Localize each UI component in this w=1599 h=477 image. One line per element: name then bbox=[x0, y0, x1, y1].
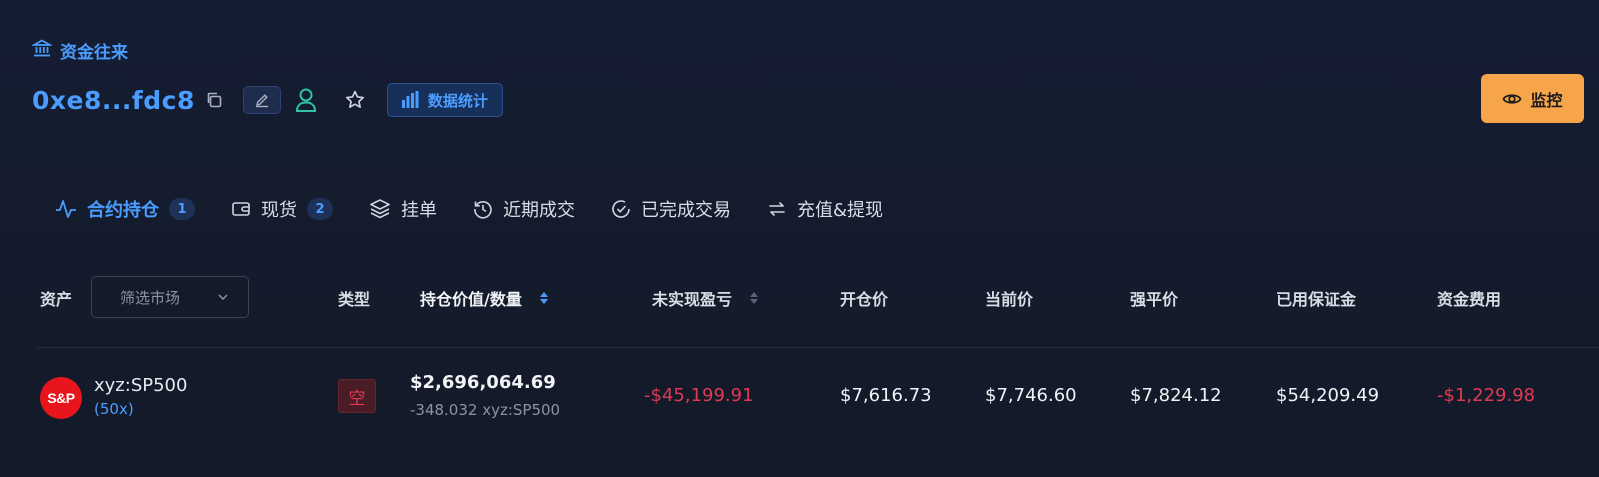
pulse-icon bbox=[56, 200, 76, 218]
sort-icon[interactable] bbox=[750, 292, 759, 304]
col-liq-price: 强平价 bbox=[1130, 290, 1179, 309]
history-icon bbox=[474, 201, 492, 219]
market-filter-select[interactable]: 筛选市场 bbox=[91, 276, 249, 318]
wallet-icon bbox=[232, 202, 250, 216]
col-type: 类型 bbox=[338, 290, 371, 309]
stats-label: 数据统计 bbox=[427, 91, 488, 110]
col-funding: 资金费用 bbox=[1437, 290, 1502, 309]
tab-count-badge: 2 bbox=[307, 198, 333, 220]
col-pnl-label: 未实现盈亏 bbox=[652, 290, 733, 309]
transfer-icon bbox=[769, 202, 785, 216]
asset-leverage: (50x) bbox=[94, 400, 134, 418]
layers-icon bbox=[370, 199, 390, 219]
tab-futures-positions[interactable]: 合约持仓 1 bbox=[55, 193, 195, 225]
edit-button[interactable] bbox=[242, 86, 281, 114]
eye-icon bbox=[1502, 93, 1522, 104]
col-margin-used: 已用保证金 bbox=[1276, 290, 1357, 309]
funding-fee: -$1,229.98 bbox=[1437, 385, 1536, 406]
monitor-label: 监控 bbox=[1530, 90, 1563, 110]
check-circle-icon bbox=[612, 200, 630, 218]
tab-completed-trades[interactable]: 已完成交易 bbox=[611, 193, 731, 225]
table-row[interactable]: S&P xyz:SP500 (50x) 空 $2,696,064.69 -348… bbox=[0, 360, 1599, 448]
tab-label: 充值&提现 bbox=[797, 200, 884, 221]
star-icon[interactable] bbox=[343, 88, 367, 112]
monitor-button[interactable]: 监控 bbox=[1481, 74, 1584, 123]
tab-count-badge: 1 bbox=[169, 198, 195, 220]
tab-label: 已完成交易 bbox=[641, 200, 731, 221]
address-row: 0xe8...fdc8 数据统计 bbox=[32, 83, 503, 117]
filter-placeholder: 筛选市场 bbox=[120, 288, 181, 307]
unrealized-pnl: -$45,199.91 bbox=[644, 385, 754, 406]
mark-price: $7,746.60 bbox=[985, 385, 1077, 406]
col-pnl[interactable]: 未实现盈亏 bbox=[652, 270, 759, 326]
tab-label: 近期成交 bbox=[503, 200, 575, 221]
tab-label: 现货 bbox=[261, 200, 297, 221]
liq-price: $7,824.12 bbox=[1130, 385, 1222, 406]
asset-logo: S&P bbox=[40, 377, 82, 419]
table-header: 资产 筛选市场 类型 持仓价值/数量 未实现盈亏 开仓价 当前价 强平价 已用保… bbox=[0, 270, 1599, 326]
position-value: $2,696,064.69 bbox=[410, 372, 556, 393]
table-divider bbox=[36, 347, 1599, 348]
bank-icon bbox=[30, 38, 54, 63]
tab-spot[interactable]: 现货 2 bbox=[231, 193, 333, 225]
breadcrumb[interactable]: 资金往来 bbox=[30, 38, 128, 63]
col-entry-price: 开仓价 bbox=[840, 290, 889, 309]
entry-price: $7,616.73 bbox=[840, 385, 932, 406]
chevron-down-icon bbox=[218, 294, 228, 301]
user-icon[interactable] bbox=[293, 85, 319, 115]
sort-icon[interactable] bbox=[539, 292, 548, 304]
header: 资金往来 bbox=[30, 38, 128, 63]
asset-name[interactable]: xyz:SP500 bbox=[94, 375, 187, 396]
stats-button[interactable]: 数据统计 bbox=[386, 83, 503, 117]
side-badge: 空 bbox=[338, 379, 376, 413]
tab-label: 挂单 bbox=[401, 200, 437, 221]
wallet-address[interactable]: 0xe8...fdc8 bbox=[32, 86, 195, 115]
copy-icon[interactable] bbox=[203, 89, 225, 111]
tab-deposit-withdraw[interactable]: 充值&提现 bbox=[767, 193, 883, 225]
position-quantity: -348.032 xyz:SP500 bbox=[410, 401, 561, 419]
col-asset: 资产 bbox=[40, 290, 73, 309]
margin-used: $54,209.49 bbox=[1276, 385, 1380, 406]
tab-recent-trades[interactable]: 近期成交 bbox=[473, 193, 575, 225]
col-mark-price: 当前价 bbox=[985, 290, 1034, 309]
bar-chart-icon bbox=[401, 91, 419, 108]
tab-bar: 合约持仓 1 现货 2 挂单 近期成交 已完成交易 充值&提现 bbox=[55, 193, 919, 225]
col-position[interactable]: 持仓价值/数量 bbox=[420, 270, 548, 326]
col-position-label: 持仓价值/数量 bbox=[420, 290, 522, 309]
breadcrumb-label: 资金往来 bbox=[60, 43, 128, 63]
tab-open-orders[interactable]: 挂单 bbox=[369, 193, 437, 225]
pencil-icon bbox=[255, 94, 268, 108]
tab-label: 合约持仓 bbox=[87, 200, 159, 221]
